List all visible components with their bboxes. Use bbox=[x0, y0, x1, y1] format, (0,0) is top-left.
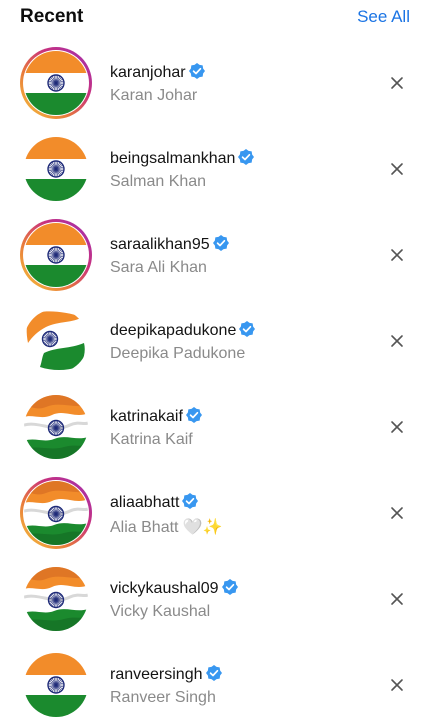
verified-badge-icon bbox=[185, 407, 202, 428]
recent-account-row[interactable]: vickykaushal09 Vicky Kaushal bbox=[0, 556, 429, 642]
username-line[interactable]: vickykaushal09 bbox=[110, 579, 238, 600]
avatar bbox=[24, 395, 88, 459]
avatar bbox=[24, 51, 88, 115]
username[interactable]: beingsalmankhan bbox=[110, 150, 235, 167]
verified-badge-icon bbox=[212, 235, 229, 256]
full-name: Vicky Kaushal bbox=[110, 603, 211, 620]
remove-close-icon[interactable] bbox=[388, 246, 406, 264]
remove-close-icon[interactable] bbox=[388, 676, 406, 694]
story-ring[interactable] bbox=[20, 477, 92, 549]
indian-flag-icon bbox=[24, 567, 88, 631]
avatar-container[interactable] bbox=[20, 563, 92, 635]
username-line[interactable]: beingsalmankhan bbox=[110, 149, 255, 170]
full-name: Sara Ali Khan bbox=[110, 259, 207, 276]
recent-account-row[interactable]: aliaabhatt Alia Bhatt 🤍✨ bbox=[0, 470, 429, 556]
verified-badge-icon bbox=[239, 321, 256, 342]
full-name: Alia Bhatt 🤍✨ bbox=[110, 519, 223, 536]
avatar bbox=[24, 567, 88, 631]
recent-account-row[interactable]: ranveersingh Ranveer Singh bbox=[0, 642, 429, 728]
username-line[interactable]: deepikapadukone bbox=[110, 321, 256, 342]
remove-close-icon[interactable] bbox=[388, 590, 406, 608]
full-name: Deepika Padukone bbox=[110, 345, 246, 362]
avatar-container[interactable] bbox=[20, 133, 92, 205]
remove-close-icon[interactable] bbox=[388, 160, 406, 178]
avatar bbox=[24, 481, 88, 545]
username-line[interactable]: aliaabhatt bbox=[110, 493, 199, 514]
recent-header: Recent See All bbox=[0, 0, 429, 36]
recent-account-row[interactable]: karanjohar Karan Johar bbox=[0, 40, 429, 126]
section-title: Recent bbox=[20, 6, 84, 27]
full-name: Ranveer Singh bbox=[110, 689, 216, 706]
verified-badge-icon bbox=[238, 149, 255, 170]
avatar-container[interactable] bbox=[20, 391, 92, 463]
username[interactable]: saraalikhan95 bbox=[110, 236, 210, 253]
see-all-link[interactable]: See All bbox=[357, 7, 410, 27]
story-ring[interactable] bbox=[20, 219, 92, 291]
indian-flag-icon bbox=[24, 395, 88, 459]
username[interactable]: vickykaushal09 bbox=[110, 580, 219, 597]
username[interactable]: katrinakaif bbox=[110, 408, 183, 425]
indian-flag-icon bbox=[24, 137, 88, 201]
username[interactable]: karanjohar bbox=[110, 64, 186, 81]
recent-account-row[interactable]: katrinakaif Katrina Kaif bbox=[0, 384, 429, 470]
story-ring[interactable] bbox=[20, 47, 92, 119]
indian-flag-icon bbox=[24, 653, 88, 717]
avatar bbox=[24, 653, 88, 717]
indian-flag-icon bbox=[24, 223, 88, 287]
username[interactable]: deepikapadukone bbox=[110, 322, 236, 339]
avatar-container[interactable] bbox=[20, 649, 92, 721]
remove-close-icon[interactable] bbox=[388, 504, 406, 522]
avatar bbox=[24, 223, 88, 287]
indian-flag-icon bbox=[24, 51, 88, 115]
verified-badge-icon bbox=[188, 63, 205, 84]
username-line[interactable]: karanjohar bbox=[110, 63, 205, 84]
username-line[interactable]: ranveersingh bbox=[110, 665, 222, 686]
verified-badge-icon bbox=[221, 579, 238, 600]
full-name: Karan Johar bbox=[110, 87, 198, 104]
recent-account-row[interactable]: beingsalmankhan Salman Khan bbox=[0, 126, 429, 212]
username-line[interactable]: katrinakaif bbox=[110, 407, 202, 428]
recent-account-row[interactable]: deepikapadukone Deepika Padukone bbox=[0, 298, 429, 384]
indian-flag-icon bbox=[24, 309, 88, 373]
verified-badge-icon bbox=[205, 665, 222, 686]
username-line[interactable]: saraalikhan95 bbox=[110, 235, 229, 256]
avatar-container[interactable] bbox=[20, 305, 92, 377]
remove-close-icon[interactable] bbox=[388, 74, 406, 92]
indian-flag-icon bbox=[24, 481, 88, 545]
remove-close-icon[interactable] bbox=[388, 418, 406, 436]
verified-badge-icon bbox=[182, 493, 199, 514]
recent-account-row[interactable]: saraalikhan95 Sara Ali Khan bbox=[0, 212, 429, 298]
username[interactable]: aliaabhatt bbox=[110, 494, 179, 511]
avatar bbox=[24, 137, 88, 201]
full-name: Katrina Kaif bbox=[110, 431, 193, 448]
remove-close-icon[interactable] bbox=[388, 332, 406, 350]
avatar bbox=[24, 309, 88, 373]
full-name: Salman Khan bbox=[110, 173, 207, 190]
username[interactable]: ranveersingh bbox=[110, 666, 203, 683]
